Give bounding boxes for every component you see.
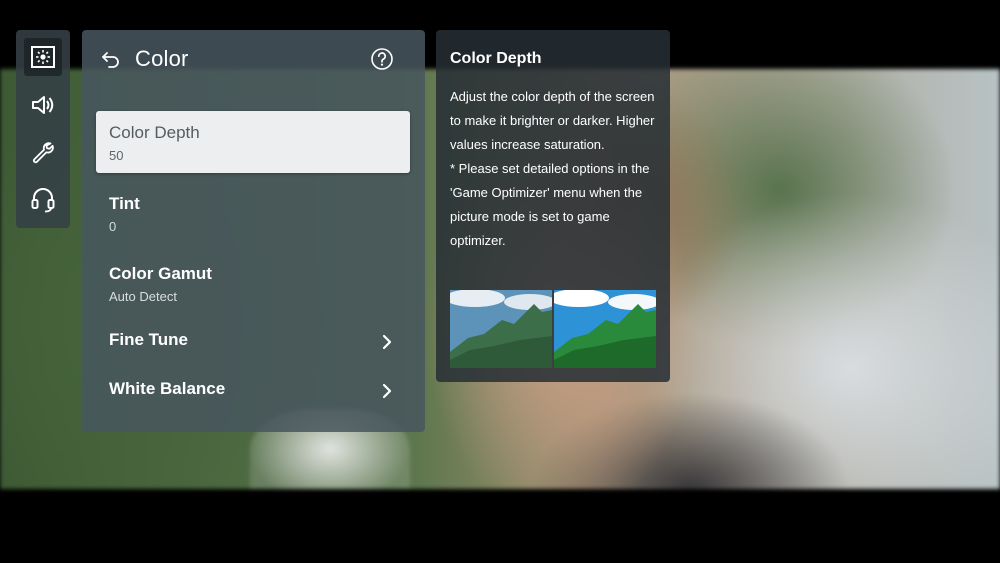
help-question-icon[interactable] (370, 47, 394, 71)
general-wrench-icon (33, 142, 54, 164)
help-text: Adjust the color depth of the screen to … (450, 85, 662, 253)
menu-item-label: Color Gamut (109, 264, 212, 283)
menu-item-value: 0 (109, 219, 117, 234)
menu-item-color-depth[interactable]: Color Depth 50 (96, 111, 410, 173)
rail-item-sound[interactable] (24, 86, 62, 124)
color-depth-comparison-image (450, 290, 656, 368)
chevron-right-icon (382, 334, 392, 350)
help-note: * Please set detailed options in the 'Ga… (450, 161, 650, 248)
rail-item-picture[interactable] (24, 38, 62, 76)
help-description-panel: Color Depth Adjust the color depth of th… (436, 30, 670, 382)
color-settings-menu: Color Color Depth 50 Tint 0 Color Gamut … (82, 30, 425, 432)
menu-item-color-gamut[interactable]: Color Gamut Auto Detect (96, 252, 410, 314)
settings-category-rail (16, 30, 70, 228)
menu-item-label: Fine Tune (109, 330, 189, 349)
comparison-image-high (554, 290, 656, 368)
support-headset-icon (31, 188, 55, 213)
menu-item-white-balance[interactable]: White Balance (96, 361, 410, 423)
menu-header: Color (82, 30, 425, 90)
menu-item-label: Tint (109, 194, 140, 213)
menu-item-label: White Balance (109, 379, 226, 398)
chevron-right-icon (382, 383, 392, 399)
menu-item-value: Auto Detect (109, 289, 177, 304)
help-description: Adjust the color depth of the screen to … (450, 89, 655, 152)
menu-item-label: Color Depth (109, 123, 200, 142)
comparison-image-low (450, 290, 552, 368)
rail-item-general[interactable] (24, 133, 62, 171)
back-arrow-icon[interactable] (100, 49, 122, 71)
menu-item-value: 50 (109, 148, 124, 163)
menu-title: Color (135, 46, 189, 71)
help-title: Color Depth (450, 50, 542, 67)
picture-icon (31, 46, 55, 68)
rail-item-support[interactable] (24, 181, 62, 219)
sound-icon (32, 96, 54, 114)
menu-item-tint[interactable]: Tint 0 (96, 182, 410, 244)
